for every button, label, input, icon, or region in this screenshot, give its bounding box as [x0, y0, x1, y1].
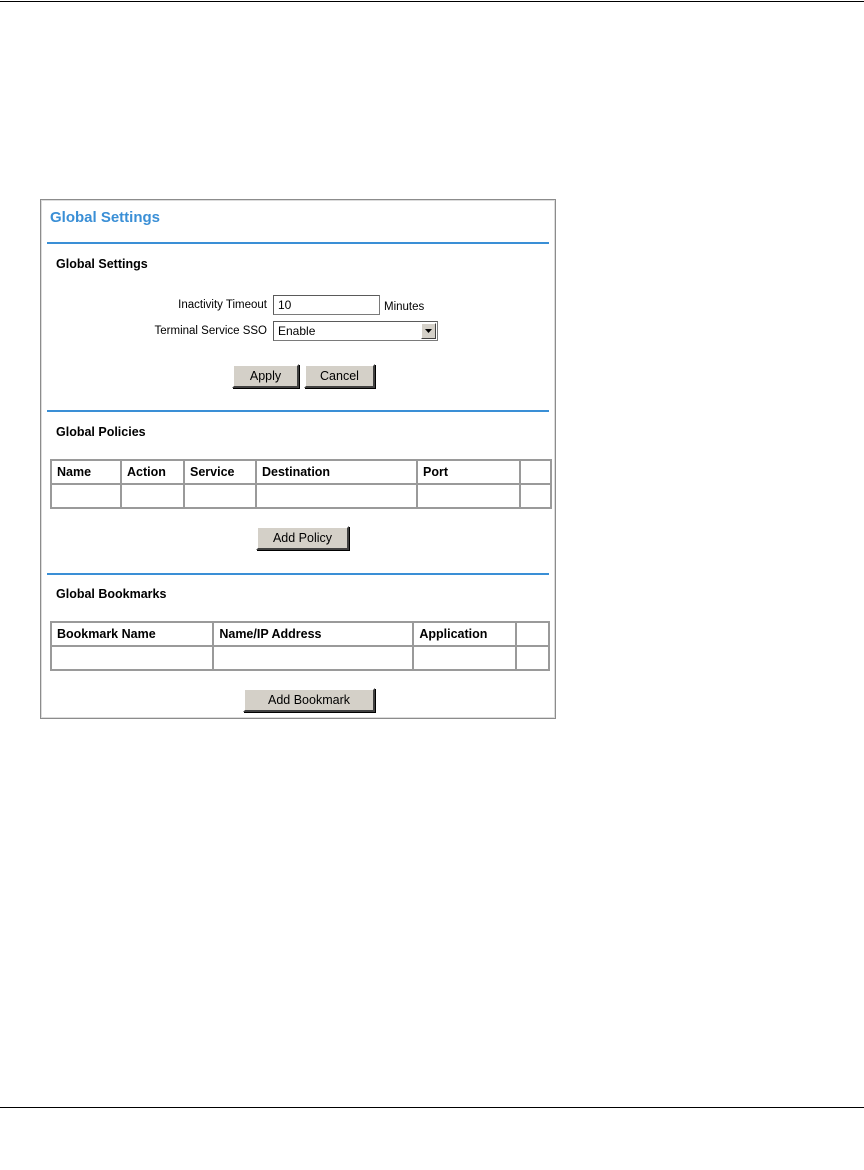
page-header-rule — [0, 1, 864, 2]
table-cell — [213, 646, 414, 670]
chevron-down-icon[interactable] — [421, 323, 436, 339]
table-cell — [51, 484, 121, 508]
table-cell — [121, 484, 184, 508]
bookmarks-table: Bookmark Name Name/IP Address Applicatio… — [50, 621, 550, 671]
add-bookmark-button[interactable]: Add Bookmark — [243, 688, 375, 712]
inactivity-timeout-label: Inactivity Timeout — [178, 299, 267, 311]
table-cell — [520, 484, 551, 508]
table-cell — [256, 484, 417, 508]
column-header-service: Service — [184, 460, 256, 484]
bookmarks-header-row: Bookmark Name Name/IP Address Applicatio… — [51, 622, 549, 646]
column-header-action: Action — [121, 460, 184, 484]
add-policy-button[interactable]: Add Policy — [256, 526, 349, 550]
terminal-sso-select[interactable]: Enable — [273, 321, 438, 341]
table-cell — [413, 646, 517, 670]
table-cell — [184, 484, 256, 508]
table-row — [51, 646, 549, 670]
column-header-port: Port — [417, 460, 520, 484]
table-row — [51, 484, 551, 508]
apply-button[interactable]: Apply — [232, 364, 299, 388]
global-settings-panel: Global Settings Global Settings Inactivi… — [40, 199, 556, 719]
inactivity-timeout-input[interactable]: 10 — [273, 295, 380, 315]
panel-title: Global Settings — [50, 209, 161, 226]
table-cell — [516, 646, 549, 670]
policies-header-row: Name Action Service Destination Port — [51, 460, 551, 484]
section-divider-settings — [47, 242, 549, 244]
column-header-application: Application — [413, 622, 517, 646]
inactivity-timeout-unit: Minutes — [384, 301, 425, 313]
terminal-sso-label: Terminal Service SSO — [154, 325, 267, 337]
cancel-button[interactable]: Cancel — [304, 364, 375, 388]
section-heading-bookmarks: Global Bookmarks — [56, 587, 167, 601]
section-divider-bookmarks — [47, 573, 549, 575]
page-footer-rule — [0, 1107, 864, 1108]
column-header-destination: Destination — [256, 460, 417, 484]
column-header-bookmark-name: Bookmark Name — [51, 622, 214, 646]
column-header-actions — [520, 460, 551, 484]
column-header-actions — [516, 622, 549, 646]
table-cell — [51, 646, 214, 670]
policies-table: Name Action Service Destination Port — [50, 459, 552, 509]
section-divider-policies — [47, 410, 549, 412]
terminal-sso-value: Enable — [278, 324, 316, 338]
column-header-name: Name — [51, 460, 121, 484]
section-heading-policies: Global Policies — [56, 425, 146, 439]
column-header-address: Name/IP Address — [213, 622, 414, 646]
table-cell — [417, 484, 520, 508]
section-heading-settings: Global Settings — [56, 257, 148, 271]
